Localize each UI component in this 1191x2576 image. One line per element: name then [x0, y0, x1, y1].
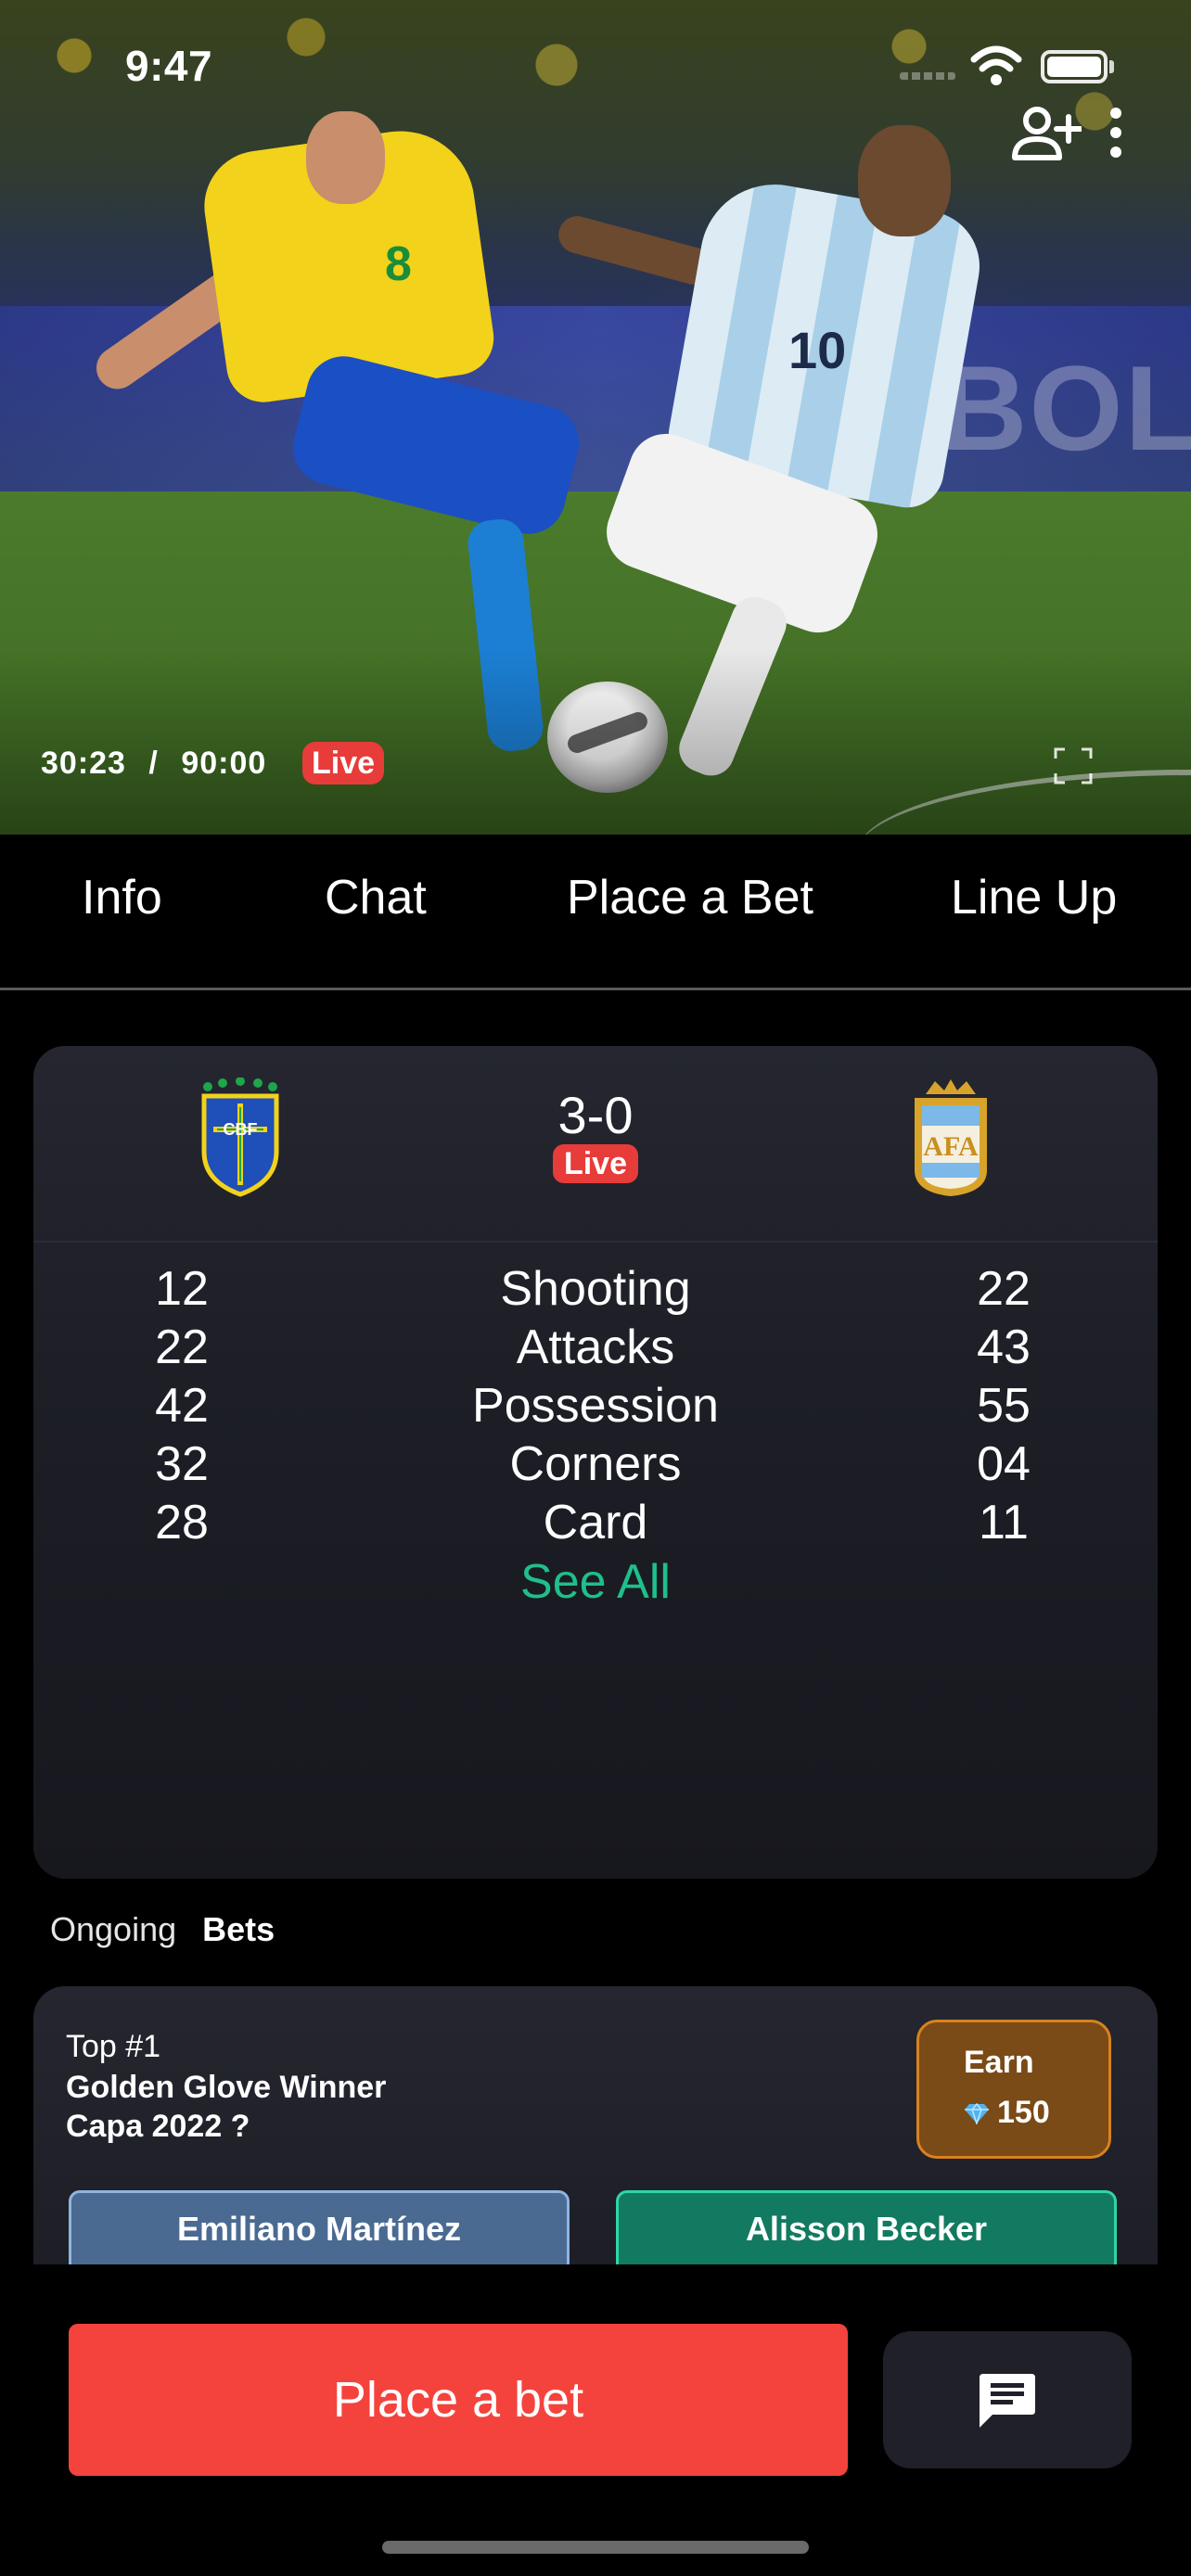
- match-stats: 12 Shooting 22 22 Attacks 43 42 Possessi…: [33, 1261, 1158, 1553]
- earn-label: Earn: [964, 2045, 1034, 2080]
- stat-row-shooting: 12 Shooting 22: [33, 1261, 1158, 1320]
- live-badge: Live: [302, 742, 385, 784]
- chat-button[interactable]: [883, 2331, 1132, 2468]
- stat-row-corners: 32 Corners 04: [33, 1436, 1158, 1495]
- elapsed-time: 30:23: [41, 746, 126, 781]
- player-right-number: 10: [788, 321, 847, 379]
- tab-chat[interactable]: Chat: [325, 870, 427, 925]
- diamond-icon: [965, 2102, 989, 2124]
- wifi-icon: [970, 45, 1022, 85]
- match-score-card: CBF 3-0 Live AFA 12 Shooting 22 22 Attac…: [33, 1046, 1158, 1879]
- argentina-crest-icon: AFA: [915, 1079, 987, 1196]
- bet-question: Golden Glove Winner Capa 2022 ?: [66, 2068, 530, 2146]
- time-separator: /: [148, 746, 159, 781]
- see-all-link[interactable]: See All: [33, 1554, 1158, 1610]
- earn-reward-button[interactable]: Earn 150: [916, 2020, 1111, 2159]
- stat-away-value: 11: [979, 1496, 1029, 1549]
- stat-away-value: 55: [977, 1379, 1031, 1433]
- player-left-number: 8: [385, 237, 412, 291]
- earn-amount: 150: [997, 2095, 1050, 2130]
- bet-option-a[interactable]: Emiliano Martínez: [69, 2190, 570, 2264]
- player-right-head: [858, 125, 951, 236]
- add-user-icon[interactable]: [1011, 104, 1082, 161]
- player-left-head: [306, 111, 385, 204]
- stat-row-attacks: 22 Attacks 43: [33, 1320, 1158, 1378]
- more-vertical-icon[interactable]: [1102, 104, 1130, 161]
- match-tabs: Info Chat Place a Bet Line Up: [0, 835, 1191, 990]
- bets-label: Bets: [202, 1910, 275, 1948]
- bet-question-line-2: Capa 2022 ?: [66, 2109, 250, 2144]
- tab-place-a-bet[interactable]: Place a Bet: [567, 870, 813, 925]
- bet-rank: Top #1: [66, 2029, 161, 2064]
- place-bet-button[interactable]: Place a bet: [69, 2324, 848, 2476]
- video-shade: [0, 649, 1191, 835]
- bet-option-b[interactable]: Alisson Becker: [616, 2190, 1117, 2264]
- ongoing-label: Ongoing: [50, 1910, 177, 1948]
- status-time: 9:47: [125, 42, 213, 90]
- battery-icon: [1041, 50, 1108, 83]
- tab-info[interactable]: Info: [82, 870, 162, 925]
- stat-row-possession: 42 Possession 55: [33, 1378, 1158, 1436]
- battery-tip: [1109, 60, 1114, 73]
- earn-value: 150: [964, 2095, 1050, 2131]
- home-indicator: [382, 2541, 809, 2554]
- playback-time: 30:23 / 90:00: [41, 746, 266, 782]
- bet-card: Top #1 Golden Glove Winner Capa 2022 ? E…: [33, 1986, 1158, 2264]
- chat-icon: [980, 2374, 1035, 2428]
- tab-line-up[interactable]: Line Up: [951, 870, 1117, 925]
- fullscreen-icon[interactable]: [1054, 747, 1093, 784]
- cellular-signal-icon: [900, 72, 955, 80]
- stat-row-card: 28 Card 11: [33, 1495, 1158, 1553]
- ongoing-bets-heading: Ongoing Bets: [50, 1910, 275, 1949]
- total-duration: 90:00: [181, 746, 267, 781]
- stat-away-value: 04: [977, 1437, 1031, 1491]
- stat-away-value: 43: [977, 1320, 1031, 1374]
- score-live-badge: Live: [553, 1144, 638, 1183]
- card-divider: [33, 1241, 1158, 1243]
- stat-away-value: 22: [977, 1262, 1031, 1316]
- bet-question-line-1: Golden Glove Winner: [66, 2070, 387, 2105]
- svg-text:AFA: AFA: [923, 1131, 979, 1162]
